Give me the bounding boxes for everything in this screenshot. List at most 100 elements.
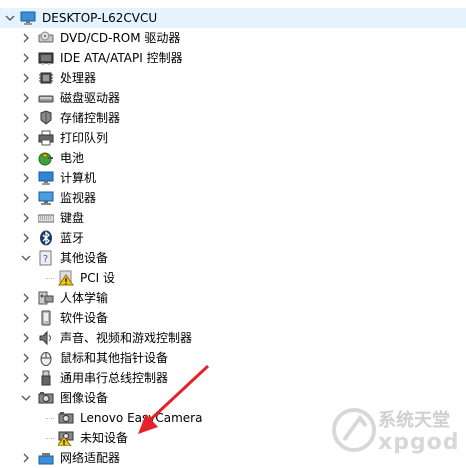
tree-item-label: 打印队列 [60,131,109,145]
usb-icon [41,370,51,386]
cd-drive-icon [38,31,54,43]
cd-drive-icon [38,30,54,46]
tree-item-label: 键盘 [60,211,85,225]
expand-toggle[interactable] [20,212,32,224]
expand-toggle[interactable] [20,312,32,324]
tree-item-category[interactable]: 键盘 [0,208,466,228]
watermark: 系统天堂 xpgod [330,400,466,460]
expand-toggle[interactable] [20,332,32,344]
expand-toggle[interactable] [20,152,32,164]
chevron-right-icon [23,233,29,243]
tree-item-category[interactable]: 电池 [0,148,466,168]
storage-controller-icon [38,110,54,126]
chevron-right-icon [23,193,29,203]
tree-item-category[interactable]: 通用串行总线控制器 [0,368,466,388]
tree-item-category[interactable]: 打印队列 [0,128,466,148]
disk-drive-icon [38,90,54,106]
watermark-subtext: xpgod [378,430,460,455]
expand-toggle[interactable] [20,352,32,364]
usb-icon [38,370,54,386]
chevron-down-icon [5,15,15,21]
expand-toggle[interactable] [20,292,32,304]
battery-icon [38,150,54,166]
chevron-right-icon [23,173,29,183]
chevron-down-icon [21,395,31,401]
sound-icon [38,330,54,346]
tree-item-label: 磁盘驱动器 [60,91,121,105]
tree-item-label: DVD/CD-ROM 驱动器 [60,31,181,45]
watermark-text: 系统天堂 [378,410,450,431]
printer-icon [38,130,54,146]
warning-device-icon [58,270,74,286]
expand-toggle[interactable] [20,232,32,244]
collapse-toggle[interactable] [20,252,32,264]
collapse-toggle[interactable] [4,12,16,24]
bluetooth-icon [40,230,52,246]
tree-item-category[interactable]: 计算机 [0,168,466,188]
tree-item-category[interactable]: 蓝牙 [0,228,466,248]
tree-item-label: 其他设备 [60,251,109,265]
tree-item-category[interactable]: 处理器 [0,68,466,88]
expand-toggle[interactable] [20,372,32,384]
expand-toggle[interactable] [20,92,32,104]
network-adapter-icon [38,453,54,465]
storage-controller-icon [40,110,52,125]
keyboard-icon [38,214,54,223]
bluetooth-icon [38,230,54,246]
battery-icon [38,152,53,166]
tree-item-category[interactable]: 声音、视频和游戏控制器 [0,328,466,348]
tree-item-label: Lenovo EasyCamera [80,411,203,425]
tree-item-category[interactable]: 软件设备 [0,308,466,328]
tree-item-label: PCI 设 [80,271,115,285]
software-device-icon [38,310,54,326]
expand-toggle[interactable] [20,132,32,144]
tree-item-category[interactable]: 磁盘驱动器 [0,88,466,108]
processor-icon [38,70,54,86]
warning-camera-icon [58,431,74,446]
device-tree: DESKTOP-L62CVCU DVD/CD-ROM 驱动器 IDE ATA/ATA… [0,0,466,465]
expand-toggle[interactable] [20,452,32,464]
expand-toggle[interactable] [20,112,32,124]
tree-item-label: 通用串行总线控制器 [60,371,169,385]
chevron-right-icon [23,33,29,43]
expand-toggle[interactable] [20,52,32,64]
chevron-right-icon [23,153,29,163]
chevron-right-icon [23,133,29,143]
tree-item-label: 鼠标和其他指针设备 [60,351,169,365]
collapse-toggle[interactable] [20,392,32,404]
tree-item-label: 声音、视频和游戏控制器 [60,331,193,345]
tree-item-device[interactable]: PCI 设 [0,268,466,288]
tree-item-category[interactable]: IDE ATA/ATAPI 控制器 [0,48,466,68]
chevron-right-icon [23,373,29,383]
expand-toggle[interactable] [20,192,32,204]
tree-item-category[interactable]: 存储控制器 [0,108,466,128]
tree-item-category[interactable]: ? 其他设备 [0,248,466,268]
tree-item-label: 网络适配器 [60,451,121,465]
chevron-right-icon [23,293,29,303]
tree-connector [46,418,54,419]
tree-item-category[interactable]: 人体学输 [0,288,466,308]
tree-item-label: DESKTOP-L62CVCU [42,11,158,25]
tree-item-category[interactable]: 监视器 [0,188,466,208]
chevron-right-icon [23,73,29,83]
tree-connector [46,438,54,439]
expand-toggle[interactable] [20,172,32,184]
disk-drive-icon [38,95,54,103]
tree-item-label: 处理器 [60,71,97,85]
mouse-icon [40,352,52,366]
chevron-right-icon [23,453,29,463]
monitor-icon [38,190,54,206]
other-devices-icon: ? [39,250,52,266]
ide-controller-icon [38,50,54,66]
tree-item-label: 蓝牙 [60,231,85,245]
tree-item-category[interactable]: DVD/CD-ROM 驱动器 [0,28,466,48]
expand-toggle[interactable] [20,32,32,44]
chevron-right-icon [23,93,29,103]
tree-item-label: 软件设备 [60,311,109,325]
expand-toggle[interactable] [20,72,32,84]
tree-root[interactable]: DESKTOP-L62CVCU [0,8,466,28]
tree-item-label: 存储控制器 [60,111,121,125]
tree-item-category[interactable]: 鼠标和其他指针设备 [0,348,466,368]
printer-icon [38,130,54,146]
hid-icon [38,291,54,305]
